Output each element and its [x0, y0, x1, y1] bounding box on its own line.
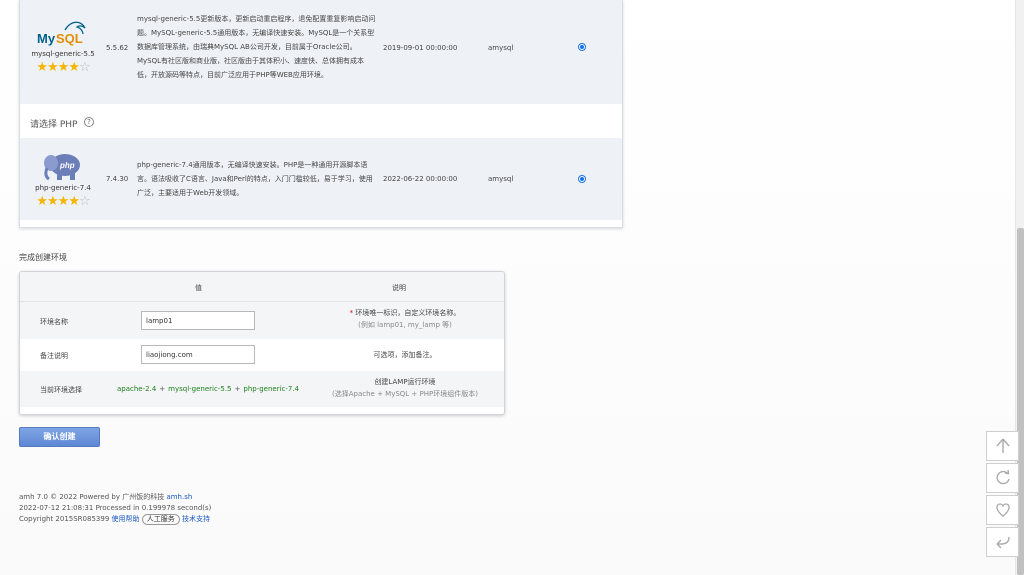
- svg-text:My: My: [37, 31, 56, 46]
- env-name-note-text: 环境唯一标识，自定义环境名称。: [355, 309, 461, 317]
- chain-mysql: mysql-generic-5.5: [168, 385, 232, 393]
- php-name: php-generic-7.4: [35, 184, 91, 192]
- floating-toolbar: [986, 431, 1019, 559]
- php-elephant-icon: php: [26, 150, 100, 182]
- footer-line-2: 2022-07-12 21:08:31 Processed in 0.19997…: [19, 504, 212, 512]
- env-name-note-sub: (例如 lamp01, my_lamp 等): [358, 321, 452, 329]
- php-section-header: 请选择 PHP ?: [20, 108, 622, 136]
- create-env-title: 完成创建环境: [19, 253, 67, 262]
- mysql-logo-icon: My SQL: [26, 18, 100, 48]
- chain-php: php-generic-7.4: [243, 385, 300, 393]
- mysql-option-row[interactable]: My SQL mysql-generic-5.5 ★★★★☆ 5.5.62 my…: [20, 0, 622, 104]
- page-footer: amh 7.0 © 2022 Powered by 广州饭的科技 amh.sh …: [19, 492, 211, 525]
- env-select-row: 当前环境选择 apache-2.4 + mysql-generic-5.5 + php-…: [20, 371, 504, 407]
- php-version: 7.4.30: [106, 175, 129, 183]
- help-icon[interactable]: ?: [84, 117, 94, 127]
- php-section-title: 请选择 PHP: [30, 120, 78, 130]
- env-component-chain: apache-2.4 + mysql-generic-5.5 + php-generic…: [117, 385, 299, 393]
- confirm-create-button[interactable]: 确认创建: [19, 427, 100, 447]
- back-icon[interactable]: [986, 527, 1019, 557]
- col-desc-header: 说明: [392, 284, 406, 292]
- footer-support-link[interactable]: 技术支持: [182, 515, 210, 523]
- php-date: 2022-06-22 00:00:00: [383, 175, 458, 183]
- footer-help-link[interactable]: 使用帮助: [112, 515, 140, 523]
- chain-apache: apache-2.4: [117, 385, 157, 393]
- env-table-header: 值 说明: [20, 272, 504, 302]
- env-remark-row: 备注说明 可选项，添加备注。: [20, 339, 504, 371]
- scroll-top-icon[interactable]: [986, 431, 1019, 461]
- svg-text:SQL: SQL: [56, 31, 83, 46]
- php-radio[interactable]: [578, 175, 586, 183]
- mysql-logo-block: My SQL mysql-generic-5.5 ★★★★☆: [26, 18, 100, 74]
- env-select-note: 创建LAMP运行环境 (选择Apache + MySQL + PHP环境组件版本…: [320, 376, 490, 400]
- php-author: amysql: [488, 175, 514, 183]
- heart-icon[interactable]: [986, 495, 1019, 525]
- env-name-label: 环境名称: [40, 318, 68, 326]
- env-name-note: * 环境唯一标识，自定义环境名称。 (例如 lamp01, my_lamp 等): [320, 307, 490, 331]
- footer-copyright: Copyright 2015SR085399: [19, 515, 110, 523]
- footer-line-1: amh 7.0 © 2022 Powered by 广州饭的科技 amh.sh: [19, 492, 211, 503]
- env-remark-input[interactable]: [141, 345, 255, 364]
- footer-amh-link[interactable]: amh.sh: [166, 493, 192, 501]
- php-rating-stars: ★★★★☆: [36, 194, 90, 209]
- mysql-date: 2019-09-01 00:00:00: [383, 44, 458, 52]
- env-form-table: 值 说明 环境名称 * 环境唯一标识，自定义环境名称。 (例如 lamp01, …: [19, 271, 505, 415]
- env-select-note-sub: (选择Apache + MySQL + PHP环境组件版本): [332, 390, 478, 398]
- env-name-row: 环境名称 * 环境唯一标识，自定义环境名称。 (例如 lamp01, my_la…: [20, 302, 504, 339]
- software-list-panel: My SQL mysql-generic-5.5 ★★★★☆ 5.5.62 my…: [19, 0, 623, 228]
- env-name-input[interactable]: [141, 311, 255, 330]
- svg-text:php: php: [59, 161, 75, 170]
- mysql-description: mysql-generic-5.5更新版本，更新启动重启程序，退免配置重复影响启…: [137, 15, 376, 79]
- php-description: php-generic-7.4通用版本，无编译快速安装。PHP是一种通用开源脚本…: [137, 161, 373, 197]
- env-remark-note: 可选项，添加备注。: [373, 351, 437, 359]
- footer-line-3: Copyright 2015SR085399 使用帮助 人工服务 技术支持: [19, 514, 211, 525]
- mysql-rating-stars: ★★★★☆: [36, 60, 90, 75]
- mysql-radio[interactable]: [578, 43, 586, 51]
- required-mark: *: [349, 309, 354, 317]
- mysql-name: mysql-generic-5.5: [31, 50, 95, 58]
- refresh-icon[interactable]: [986, 463, 1019, 493]
- footer-powered: amh 7.0 © 2022 Powered by 广州饭的科技: [19, 493, 165, 501]
- col-value-header: 值: [195, 284, 202, 292]
- footer-service-badge[interactable]: 人工服务: [141, 514, 180, 525]
- env-select-label: 当前环境选择: [40, 386, 82, 394]
- env-remark-label: 备注说明: [40, 352, 68, 360]
- env-select-note-text: 创建LAMP运行环境: [374, 378, 436, 386]
- php-logo-block: php php-generic-7.4 ★★★★☆: [26, 150, 100, 208]
- chain-sep: +: [234, 385, 241, 393]
- mysql-version: 5.5.62: [106, 44, 129, 52]
- chain-sep: +: [159, 385, 166, 393]
- php-option-row[interactable]: php php-generic-7.4 ★★★★☆ 7.4.30 php-gen…: [20, 138, 622, 220]
- mysql-author: amysql: [488, 44, 514, 52]
